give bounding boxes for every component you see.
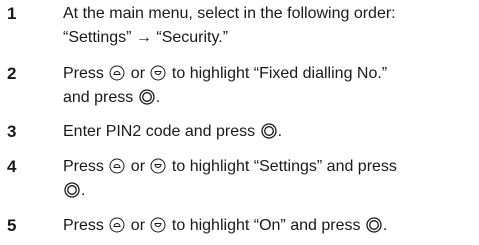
nav-up-key-icon <box>109 158 125 174</box>
step-text-fragment: . <box>382 217 388 234</box>
step-text-fragment: Press <box>63 217 109 234</box>
select-key-icon <box>64 182 80 198</box>
step-number: 4 <box>7 157 17 176</box>
step-text-fragment: and press <box>63 89 138 106</box>
step-text: Press or to highlight “Fixed dialling No… <box>63 62 473 110</box>
step-text-fragment: or <box>126 158 150 175</box>
step-text-fragment: to highlight “Settings” and press <box>167 158 397 175</box>
step-text-fragment: . <box>155 89 161 106</box>
step-text-fragment: or <box>126 65 150 82</box>
step-text-fragment: Press <box>63 158 109 175</box>
select-key-icon <box>260 123 277 139</box>
step-text-fragment: to highlight “Fixed dialling No.” <box>167 65 388 82</box>
step-text-fragment: . <box>81 182 86 199</box>
step-number: 1 <box>7 4 17 23</box>
select-key-icon <box>366 217 382 233</box>
step-number: 2 <box>7 64 17 83</box>
nav-down-key-icon <box>150 65 166 81</box>
step-text-fragment: Enter PIN2 code and press <box>63 123 260 140</box>
step-text-fragment: . <box>277 123 283 140</box>
step-number: 3 <box>7 122 17 141</box>
nav-up-key-icon <box>109 217 125 233</box>
step-text-fragment: “Settings” → “Security.” <box>63 29 229 46</box>
step-text-fragment: to highlight “On” and press <box>167 217 365 234</box>
step-text-fragment: At the main menu, select in the followin… <box>63 5 396 22</box>
nav-down-key-icon <box>150 217 166 233</box>
nav-up-key-icon <box>109 65 125 81</box>
select-key-icon <box>139 89 155 105</box>
step-text: Press or to highlight “On” and press . <box>63 214 473 238</box>
step-text-fragment: or <box>126 217 150 234</box>
step-text: At the main menu, select in the followin… <box>63 2 473 50</box>
nav-down-key-icon <box>150 158 166 174</box>
step-text: Press or to highlight “Settings” and pre… <box>63 155 473 203</box>
step-text-fragment: Press <box>63 65 109 82</box>
step-number: 5 <box>7 216 17 235</box>
step-text: Enter PIN2 code and press . <box>63 120 473 144</box>
